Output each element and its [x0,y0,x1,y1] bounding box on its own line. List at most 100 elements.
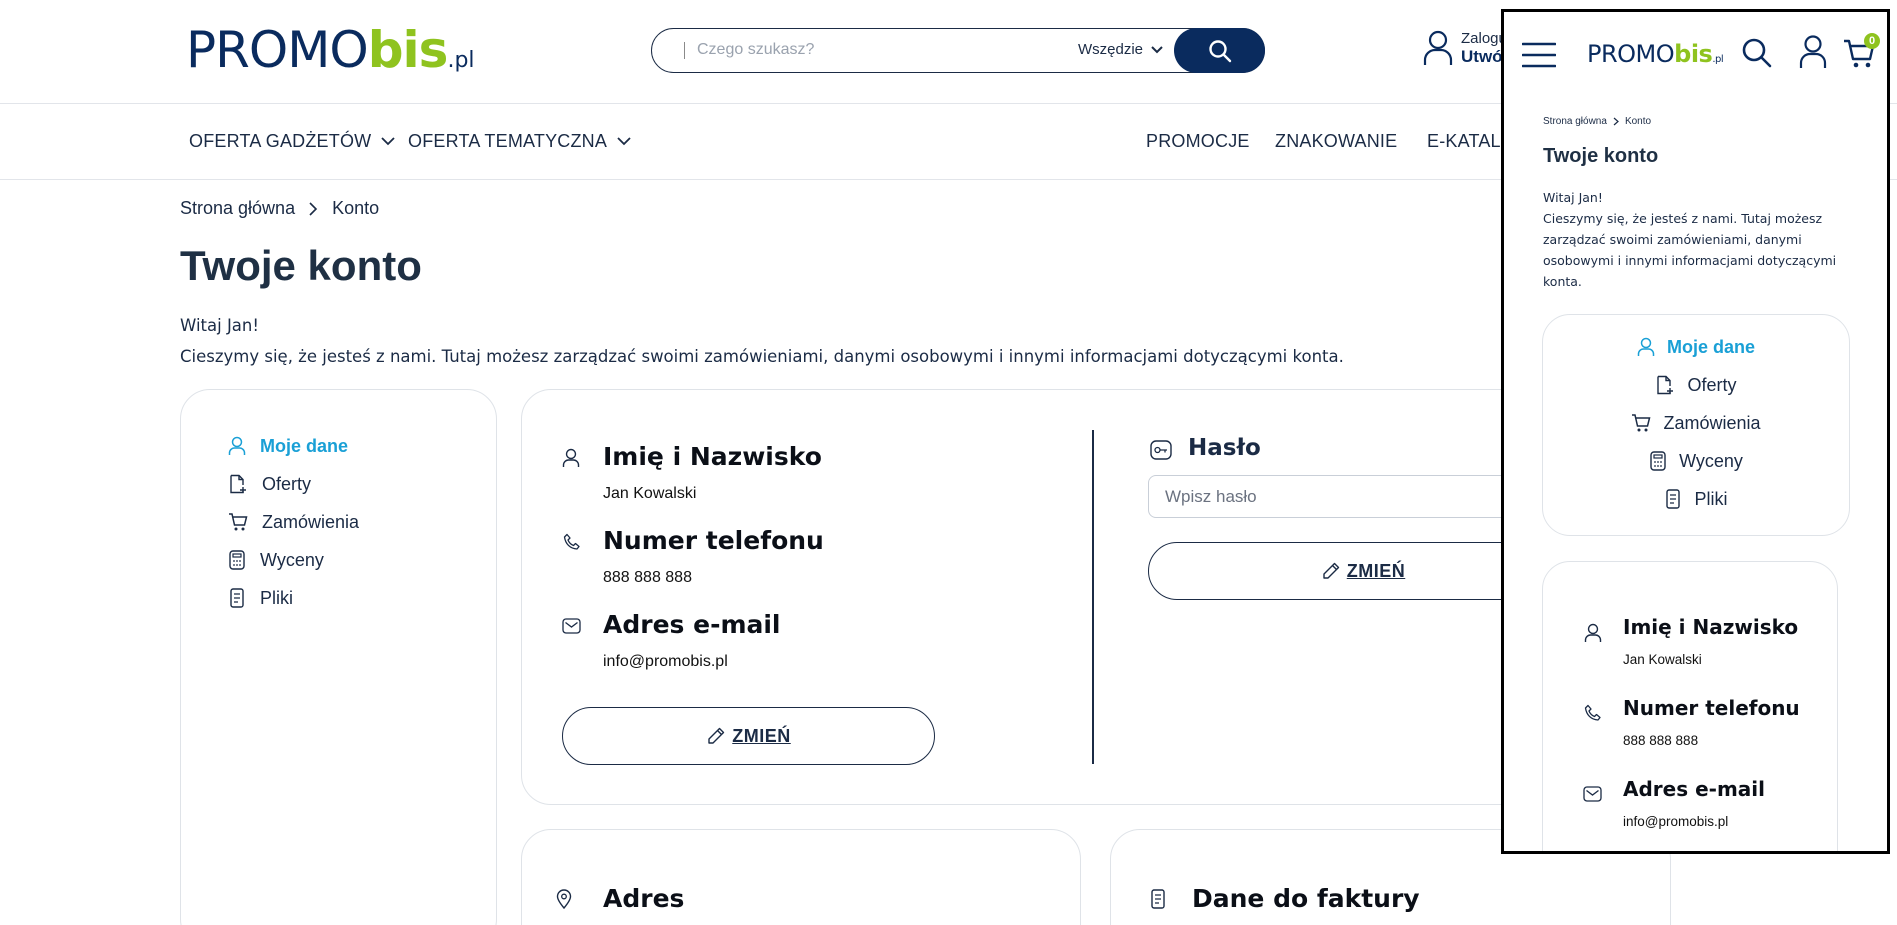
phone-icon [1584,704,1601,721]
email-value: info@promobis.pl [603,653,728,670]
nav-znakowanie[interactable]: ZNAKOWANIE [1275,131,1397,152]
nav-oferta-gadzetow[interactable]: OFERTA GADŻETÓW [189,131,395,152]
mobile-cart-button[interactable]: 0 [1843,33,1880,70]
cart-icon [229,513,248,531]
mobile-page-title: Twoje konto [1543,145,1659,167]
menu-label: Wyceny [260,549,324,570]
name-value: Jan Kowalski [603,485,697,502]
location-pin-icon [556,889,572,909]
nav-label: OFERTA GADŻETÓW [189,131,372,151]
address-card: Adres [521,829,1081,925]
offer-icon [1657,375,1674,395]
personal-data-card: Imię i Nazwisko Jan Kowalski Numer telef… [521,389,1671,805]
chevron-right-icon [1613,117,1619,126]
greeting-text: Witaj Jan! [1543,190,1603,205]
mobile-logo[interactable]: PROMObis.pl [1587,40,1724,68]
mobile-intro: Witaj Jan! Cieszymy się, że jesteś z nam… [1543,187,1853,292]
menu-item-wyceny[interactable]: Wyceny [1543,442,1849,480]
password-label: Hasło [1188,435,1261,461]
mobile-account-button[interactable] [1799,35,1827,69]
menu-item-moje-dane[interactable]: Moje dane [1543,328,1849,366]
address-label: Adres [603,884,685,913]
nav-promocje[interactable]: PROMOCJE [1146,131,1250,152]
change-label: ZMIEŃ [732,725,791,746]
menu-item-moje-dane[interactable]: Moje dane [228,427,359,465]
phone-label: Numer telefonu [603,526,824,555]
key-icon-wrap [1150,440,1172,460]
cart-icon [1632,414,1651,432]
mail-icon [1583,786,1602,802]
chevron-down-icon [1151,45,1163,53]
name-value: Jan Kowalski [1623,652,1702,667]
search-caret [684,42,685,59]
search-input[interactable] [697,37,1037,63]
greeting-text: Witaj Jan! [180,316,259,335]
menu-item-oferty[interactable]: Oferty [228,465,359,503]
breadcrumb-home[interactable]: Strona główna [1543,116,1607,127]
breadcrumb-home[interactable]: Strona główna [180,198,295,219]
menu-label: Moje dane [260,435,349,456]
mobile-search-button[interactable] [1741,37,1773,69]
account-link[interactable]: Zalogu Utwó [1423,30,1507,66]
logo[interactable]: PROMObis.pl [186,25,475,75]
hamburger-menu-button[interactable] [1522,42,1556,68]
search-scope-value: Wszędzie [1078,41,1144,58]
file-icon [1151,889,1165,909]
logo-accent: bis [1674,40,1713,68]
breadcrumb-current: Konto [1624,116,1652,127]
email-label: Adres e-mail [1623,777,1766,801]
offer-icon [230,474,246,494]
chevron-right-icon [309,201,318,216]
menu-label: Oferty [1687,374,1737,395]
page-title: Twoje konto [180,242,422,289]
menu-item-pliki[interactable]: Pliki [228,579,359,617]
phone-label: Numer telefonu [1623,696,1800,720]
user-icon [562,448,580,467]
chevron-down-icon [381,137,395,146]
mobile-account-menu-card: Moje dane Oferty Zamówienia Wyceny Pliki [1542,314,1850,536]
search-icon [1742,38,1772,68]
menu-item-zamowienia[interactable]: Zamówienia [1543,404,1849,442]
menu-label: Zamówienia [1663,412,1761,433]
menu-label: Zamówienia [262,511,360,532]
search-bar: Wszędzie [651,28,1265,73]
phone-icon-wrap [563,533,581,551]
menu-label: Moje dane [1666,336,1755,357]
mail-icon-wrap [562,618,581,634]
menu-item-oferty[interactable]: Oferty [1543,366,1849,404]
phone-value: 888 888 888 [1623,733,1699,748]
logo-suffix: .pl [447,48,475,73]
logo-main: PROMO [186,21,369,79]
person-icon-wrap [562,448,580,468]
breadcrumb: Strona główna Konto [180,198,379,219]
mobile-preview: PROMObis.pl 0 Strona główna Konto Twoje … [1501,9,1890,854]
phone-icon [563,533,580,550]
mobile-personal-data-card: Imię i Nazwisko Jan Kowalski Numer telef… [1542,561,1838,851]
pencil-icon [1323,562,1339,579]
email-value: info@promobis.pl [1623,814,1729,829]
key-icon [1150,440,1172,460]
chevron-down-icon [617,137,631,146]
phone-value: 888 888 888 [603,569,692,586]
account-create-text: Utwó [1461,47,1503,66]
pencil-icon [708,727,725,744]
name-label: Imię i Nazwisko [1623,615,1799,639]
change-personal-button[interactable]: ZMIEŃ [562,707,935,765]
nav-label: PROMOCJE [1146,131,1250,151]
user-icon [1584,623,1602,642]
file-icon [1666,489,1681,509]
menu-item-wyceny[interactable]: Wyceny [228,541,359,579]
nav-oferta-tematyczna[interactable]: OFERTA TEMATYCZNA [408,131,631,152]
search-button[interactable] [1174,28,1265,73]
calculator-icon [229,550,245,570]
menu-item-pliki[interactable]: Pliki [1543,480,1849,518]
user-icon [1799,35,1827,68]
menu-item-zamowienia[interactable]: Zamówienia [228,503,359,541]
logo-accent: bis [367,21,449,79]
search-scope-select[interactable]: Wszędzie [1078,41,1163,58]
user-icon [1637,337,1655,356]
user-icon [228,436,246,455]
mobile-breadcrumb: Strona główna Konto [1543,116,1651,127]
email-label: Adres e-mail [603,610,781,639]
vertical-divider [1092,430,1094,764]
